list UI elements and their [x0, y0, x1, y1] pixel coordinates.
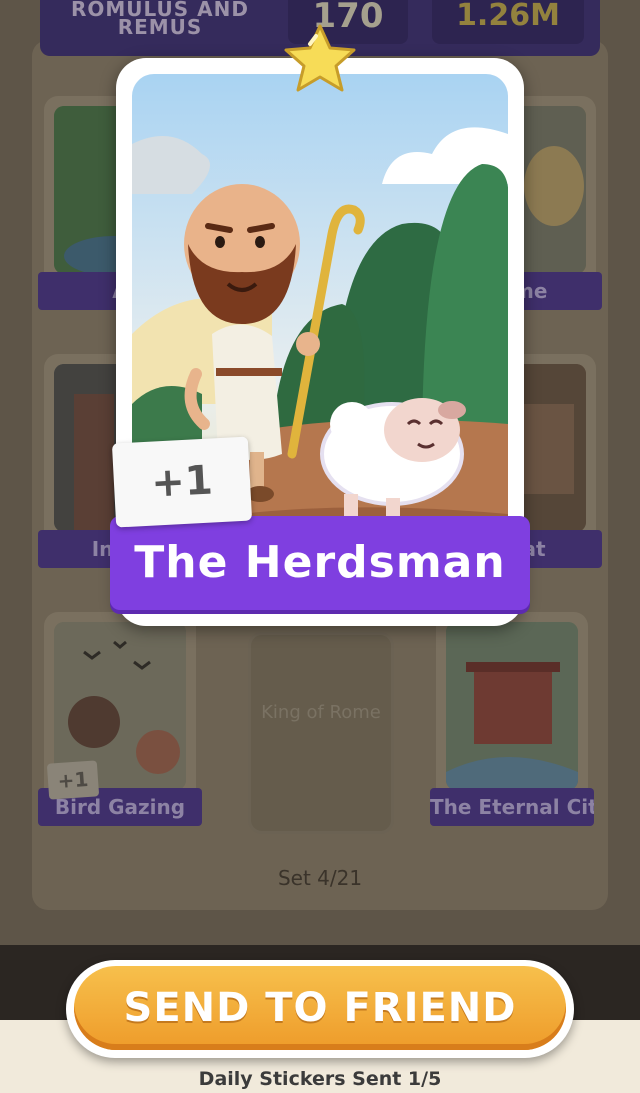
- empty-slot-label: King of Rome: [261, 702, 381, 723]
- daily-stickers-status: Daily Stickers Sent 1/5: [198, 1068, 442, 1090]
- send-button-label: SEND TO FRIEND: [123, 985, 517, 1031]
- star-icon: [280, 22, 360, 96]
- album-title: ROMULUS AND REMUS: [70, 0, 249, 39]
- send-button-face: SEND TO FRIEND: [74, 966, 566, 1050]
- send-to-friend-button[interactable]: SEND TO FRIEND: [66, 960, 574, 1058]
- set-indicator: Set 4/21: [277, 866, 363, 890]
- sticker-name: The Herdsman: [134, 537, 506, 588]
- sticker-slot[interactable]: The Eternal City: [430, 612, 594, 826]
- sticker-name-banner: The Herdsman: [110, 516, 530, 610]
- sticker-image: [446, 622, 578, 790]
- sticker-label: The Eternal City: [430, 788, 594, 826]
- duplicate-badge: +1: [46, 760, 100, 800]
- duplicate-count-badge: +1: [111, 436, 253, 528]
- album-prize: 1.26M: [432, 0, 584, 44]
- empty-sticker-slot[interactable]: King of Rome: [248, 632, 394, 834]
- featured-sticker-card[interactable]: The Herdsman: [110, 58, 530, 626]
